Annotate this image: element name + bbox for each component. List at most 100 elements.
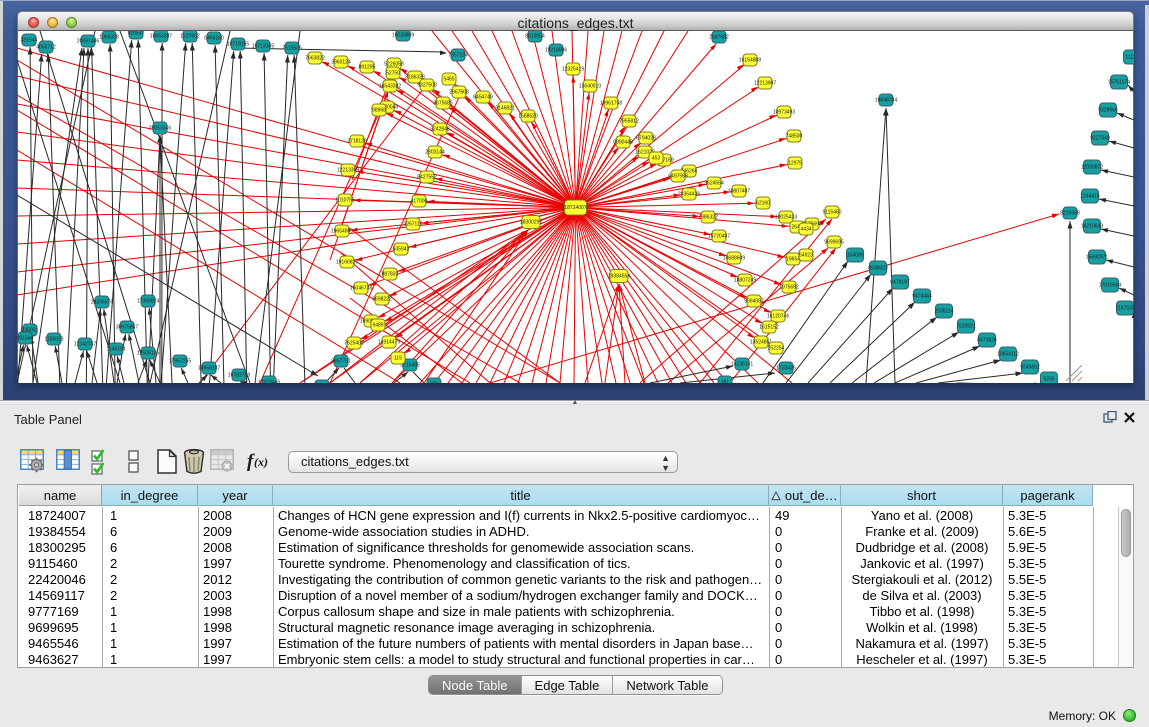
svg-text:19166827: 19166827: [336, 260, 358, 266]
svg-text:161: 161: [721, 380, 730, 383]
svg-text:10688609: 10688609: [723, 256, 745, 262]
svg-text:9327508: 9327508: [417, 83, 437, 89]
svg-text:15720407: 15720407: [708, 234, 730, 240]
svg-text:3624554: 3624554: [704, 181, 724, 187]
svg-text:2718126: 2718126: [347, 139, 367, 145]
svg-text:1156829: 1156829: [44, 337, 63, 343]
svg-text:391544: 391544: [17, 336, 34, 342]
svg-text:2935114: 2935114: [934, 309, 953, 315]
svg-text:8454749: 8454749: [473, 95, 493, 101]
svg-text:18724007: 18724007: [564, 205, 586, 211]
svg-text:10958107: 10958107: [198, 366, 220, 372]
svg-text:20364436: 20364436: [678, 192, 700, 198]
svg-text:535943: 535943: [393, 247, 410, 253]
svg-text:98968: 98968: [372, 108, 386, 114]
svg-text:748500: 748500: [786, 134, 803, 140]
svg-text:7663822: 7663822: [305, 56, 325, 62]
svg-text:1244415: 1244415: [1080, 194, 1100, 200]
svg-text:4055712: 4055712: [36, 45, 56, 51]
svg-text:9699695: 9699695: [824, 240, 844, 246]
svg-text:16154808: 16154808: [739, 58, 761, 64]
svg-text:6497568: 6497568: [668, 174, 688, 180]
svg-text:252254: 252254: [768, 346, 785, 352]
svg-text:331544: 331544: [21, 38, 38, 44]
svg-text:10973493: 10973493: [773, 110, 795, 116]
svg-text:8813054: 8813054: [525, 34, 545, 40]
svg-text:17957255: 17957255: [169, 359, 191, 365]
svg-text:9227349: 9227349: [1090, 136, 1110, 142]
svg-text:920537: 920537: [128, 31, 145, 37]
svg-text:6479197: 6479197: [890, 280, 910, 286]
svg-text:164095: 164095: [847, 253, 864, 259]
svg-text:10719155: 10719155: [227, 42, 249, 48]
svg-text:20691406: 20691406: [77, 39, 99, 45]
svg-text:16046738: 16046738: [350, 286, 372, 292]
svg-text:7357224: 7357224: [448, 53, 468, 59]
svg-text:1588520: 1588520: [518, 114, 538, 120]
svg-text:9245: 9245: [1043, 377, 1054, 383]
svg-text:10807487: 10807487: [728, 189, 750, 195]
svg-text:8938923: 8938923: [868, 266, 888, 272]
svg-text:2967608: 2967608: [449, 90, 469, 96]
svg-text:19654: 19654: [786, 257, 800, 263]
svg-text:3698222: 3698222: [372, 297, 392, 303]
svg-text:4434: 4434: [800, 227, 811, 233]
svg-text:1167533: 1167533: [1115, 306, 1134, 312]
svg-text:10961758: 10961758: [600, 101, 622, 107]
svg-text:7625402: 7625402: [344, 341, 364, 347]
svg-text:9115460: 9115460: [822, 210, 841, 216]
svg-text:16648784: 16648784: [875, 98, 897, 104]
svg-text:8215958: 8215958: [1060, 211, 1080, 217]
svg-text:12323446: 12323446: [258, 380, 280, 383]
svg-text:16210643: 16210643: [1081, 224, 1103, 230]
svg-text:1733426: 1733426: [776, 366, 796, 372]
svg-text:18807249: 18807249: [734, 278, 756, 284]
svg-text:5465: 5465: [443, 77, 454, 83]
svg-text:17359924: 17359924: [137, 299, 159, 305]
svg-text:17016504: 17016504: [1099, 283, 1121, 289]
svg-text:16033809: 16033809: [392, 33, 414, 39]
svg-text:10025433: 10025433: [775, 215, 797, 221]
svg-text:8990448: 8990448: [613, 140, 633, 146]
svg-text:3267110: 3267110: [403, 222, 422, 228]
svg-text:8427552: 8427552: [417, 175, 437, 181]
svg-text:6466160: 6466160: [204, 36, 224, 42]
svg-text:18300295: 18300295: [520, 220, 542, 226]
svg-text:12093872: 12093872: [1081, 165, 1103, 171]
svg-text:417006: 417006: [411, 199, 428, 205]
svg-text:54923: 54923: [799, 253, 813, 259]
svg-text:371: 371: [430, 382, 439, 383]
svg-text:9329966: 9329966: [1098, 108, 1118, 114]
svg-text:887833: 887833: [382, 272, 399, 278]
svg-text:6794028: 6794028: [636, 136, 656, 142]
svg-text:10653287: 10653287: [150, 34, 172, 40]
svg-text:7632621: 7632621: [956, 324, 976, 330]
svg-text:26206576: 26206576: [91, 300, 113, 306]
svg-text:1975692: 1975692: [779, 285, 799, 291]
svg-text:11124: 11124: [1125, 55, 1134, 61]
svg-text:7955812: 7955812: [619, 119, 639, 125]
svg-text:9857791: 9857791: [331, 359, 351, 365]
svg-text:453: 453: [652, 156, 661, 162]
svg-text:19654983: 19654983: [331, 229, 353, 235]
svg-text:13640910: 13640910: [579, 84, 601, 90]
svg-text:7986322: 7986322: [698, 215, 718, 221]
svg-text:9474444: 9474444: [912, 294, 932, 300]
svg-text:891295: 891295: [359, 65, 376, 71]
svg-text:3960124: 3960124: [331, 60, 351, 66]
svg-text:12342737: 12342737: [74, 342, 96, 348]
svg-text:1615152: 1615152: [759, 325, 779, 331]
svg-text:14914479: 14914479: [378, 340, 400, 346]
svg-text:12325419: 12325419: [562, 67, 584, 73]
svg-text:115: 115: [394, 356, 402, 362]
svg-text:9245652: 9245652: [1020, 365, 1040, 371]
svg-text:14136141: 14136141: [731, 362, 753, 368]
svg-text:62160: 62160: [756, 201, 770, 207]
svg-text:9146821: 9146821: [495, 106, 515, 112]
svg-text:12505135: 12505135: [137, 351, 159, 357]
svg-text:3675685: 3675685: [433, 101, 453, 107]
svg-text:9242848: 9242848: [430, 127, 450, 133]
svg-text:(x): (x): [254, 455, 268, 469]
svg-text:16543382: 16543382: [379, 84, 401, 90]
svg-text:1145194: 1145194: [106, 347, 125, 353]
